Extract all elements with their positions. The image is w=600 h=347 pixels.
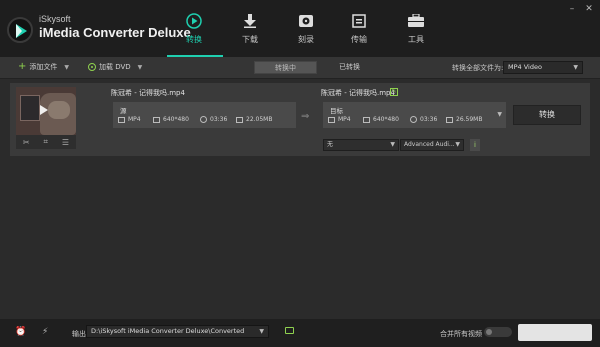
clock-icon xyxy=(200,116,207,123)
target-size: 26.59MB xyxy=(446,116,482,123)
source-size-value: 22.05MB xyxy=(246,116,273,123)
folder-icon xyxy=(446,116,453,123)
chevron-down-icon[interactable]: ▼ xyxy=(64,64,69,71)
tab-label: 转换 xyxy=(186,35,202,44)
audio-value: Advanced Audi... xyxy=(404,141,455,148)
download-icon xyxy=(224,12,276,30)
title-bar: iSkysoft iMedia Converter Deluxe 转换 下载 刻… xyxy=(0,0,600,57)
resolution-icon xyxy=(363,116,370,123)
tab-download[interactable]: 下载 xyxy=(224,12,276,57)
add-files-button[interactable]: + 添加文件 ▼ xyxy=(18,62,69,72)
target-resolution: 640*480 xyxy=(363,116,399,123)
tab-label: 刻录 xyxy=(298,35,314,44)
toolbar: + 添加文件 ▼ 加载 DVD ▼ 转换中 已转换 转换全部文件为: MP4 V… xyxy=(0,57,600,79)
subtitle-value: 无 xyxy=(327,141,334,148)
source-duration: 03:36 xyxy=(200,116,227,123)
output-label: 输出 xyxy=(72,330,86,338)
source-info-box: 源 MP4 640*480 03:36 22.05MB xyxy=(113,102,296,128)
lightning-icon[interactable]: ⚡ xyxy=(42,327,48,337)
alarm-clock-icon[interactable]: ⏰ xyxy=(15,327,26,337)
folder-icon xyxy=(236,116,243,123)
thumbnail-window-shape xyxy=(20,95,40,121)
tab-label: 下载 xyxy=(242,35,258,44)
source-format-value: MP4 xyxy=(128,116,141,123)
add-files-label: 添加文件 xyxy=(29,63,58,71)
transfer-icon xyxy=(333,12,385,30)
dvd-icon xyxy=(88,63,96,71)
convert-all-button[interactable] xyxy=(518,324,592,341)
brand-vendor: iSkysoft xyxy=(39,14,71,24)
source-format: MP4 xyxy=(118,116,141,123)
subtitle-select[interactable]: 无 ▼ xyxy=(323,139,399,151)
chevron-down-icon: ▼ xyxy=(390,141,395,148)
output-path-select[interactable]: D:\iSkysoft iMedia Converter Deluxe\Conv… xyxy=(86,325,269,338)
arrow-right-icon: ⇒ xyxy=(301,111,310,122)
source-box-title: 源 xyxy=(120,107,127,115)
format-value: MP4 Video xyxy=(508,63,542,71)
video-thumbnail[interactable] xyxy=(16,87,76,135)
source-size: 22.05MB xyxy=(236,116,272,123)
output-path-value: D:\iSkysoft iMedia Converter Deluxe\Conv… xyxy=(91,327,245,335)
tab-converted[interactable]: 已转换 xyxy=(318,61,381,74)
tab-toolbox[interactable]: 工具 xyxy=(390,12,442,57)
thumbnail-face-shape xyxy=(48,101,70,119)
tab-transfer[interactable]: 传输 xyxy=(333,12,385,57)
source-resolution: 640*480 xyxy=(153,116,189,123)
thumbnail-tools: ✂ ⌗ ☰ xyxy=(16,135,76,149)
chevron-down-icon[interactable]: ▼ xyxy=(497,111,502,118)
tab-label: 传输 xyxy=(351,35,367,44)
info-button[interactable]: i xyxy=(470,139,480,151)
scissors-icon[interactable]: ✂ xyxy=(23,138,30,147)
crop-icon[interactable]: ⌗ xyxy=(43,137,48,147)
effects-icon[interactable]: ☰ xyxy=(62,138,69,147)
convert-button[interactable]: 转换 xyxy=(513,105,581,125)
plus-icon: + xyxy=(18,61,27,72)
chevron-down-icon[interactable]: ▼ xyxy=(138,64,143,71)
format-icon xyxy=(328,116,335,123)
target-file-name: 陈冠希 - 记得我吗.mp4 xyxy=(321,89,395,97)
target-duration: 03:36 xyxy=(410,116,437,123)
app-logo-icon xyxy=(7,17,33,43)
target-box-title: 目标 xyxy=(330,107,343,115)
chevron-down-icon: ▼ xyxy=(259,328,264,335)
toolbox-icon xyxy=(390,12,442,30)
play-circle-icon xyxy=(168,12,220,30)
target-duration-value: 03:36 xyxy=(420,116,438,123)
clock-icon xyxy=(410,116,417,123)
load-dvd-button[interactable]: 加载 DVD ▼ xyxy=(88,62,142,72)
source-file-name: 陈冠希 - 记得我吗.mp4 xyxy=(111,89,185,97)
minimize-icon[interactable]: – xyxy=(567,4,577,14)
close-icon[interactable]: ✕ xyxy=(584,4,594,14)
resolution-icon xyxy=(153,116,160,123)
target-size-value: 26.59MB xyxy=(456,116,483,123)
tab-convert[interactable]: 转换 xyxy=(168,12,220,57)
play-icon[interactable] xyxy=(40,105,48,115)
file-item[interactable]: ✂ ⌗ ☰ 陈冠希 - 记得我吗.mp4 源 MP4 640*480 03:36… xyxy=(10,83,590,156)
merge-toggle[interactable] xyxy=(484,327,512,337)
convert-all-to-label: 转换全部文件为: xyxy=(452,64,504,72)
disc-icon xyxy=(280,12,332,30)
open-folder-icon[interactable] xyxy=(285,327,294,334)
format-icon xyxy=(118,116,125,123)
bottom-bar: ⏰ ⚡ 输出 D:\iSkysoft iMedia Converter Delu… xyxy=(0,319,600,347)
merge-label: 合并所有视频 xyxy=(440,330,482,338)
target-resolution-value: 640*480 xyxy=(373,116,399,123)
target-format-value: MP4 xyxy=(338,116,351,123)
edit-icon[interactable]: ✎ xyxy=(390,88,398,96)
tab-label: 工具 xyxy=(408,35,424,44)
chevron-down-icon: ▼ xyxy=(455,141,460,148)
audio-select[interactable]: Advanced Audi... ▼ xyxy=(400,139,464,151)
source-resolution-value: 640*480 xyxy=(163,116,189,123)
source-duration-value: 03:36 xyxy=(210,116,228,123)
target-format-box[interactable]: 目标 MP4 640*480 03:36 26.59MB ▼ xyxy=(323,102,506,128)
chevron-down-icon: ▼ xyxy=(573,64,578,71)
load-dvd-label: 加载 DVD xyxy=(99,63,131,71)
tab-burn[interactable]: 刻录 xyxy=(280,12,332,57)
target-format: MP4 xyxy=(328,116,351,123)
convert-all-format-select[interactable]: MP4 Video ▼ xyxy=(503,61,583,74)
tab-converting[interactable]: 转换中 xyxy=(254,61,317,74)
